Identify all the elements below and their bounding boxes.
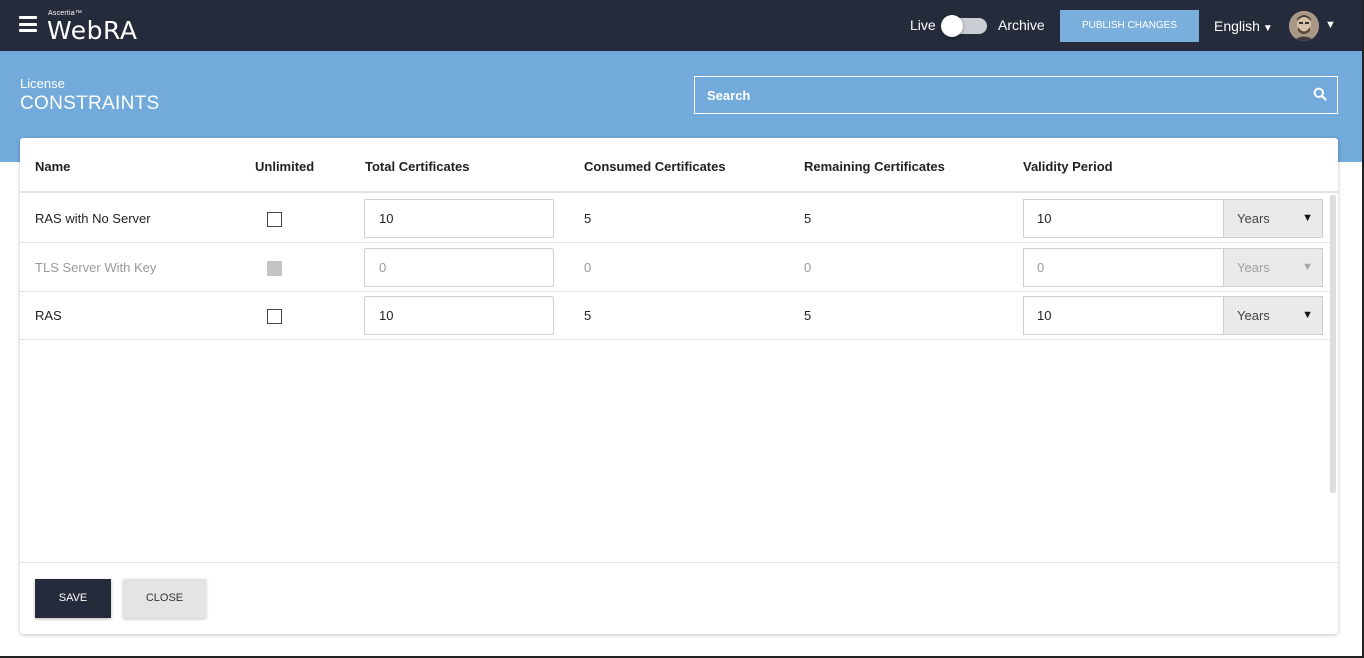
- column-header-consumed[interactable]: Consumed Certificates: [584, 159, 726, 174]
- top-bar: Ascertia™ WebRA Live Archive PUBLISH CHA…: [0, 0, 1364, 51]
- validity-unit-select[interactable]: Years ▼: [1223, 199, 1323, 238]
- language-selector[interactable]: English ▼: [1214, 18, 1273, 34]
- validity-unit-label: Years: [1237, 308, 1270, 323]
- search-input[interactable]: [694, 76, 1338, 114]
- validity-period-input[interactable]: 10: [1023, 296, 1224, 335]
- remaining-value: 5: [804, 211, 812, 226]
- search-icon[interactable]: [1313, 87, 1327, 101]
- total-certificates-input[interactable]: 10: [364, 296, 554, 335]
- column-header-unlimited[interactable]: Unlimited: [255, 159, 314, 174]
- section-label: License: [20, 76, 65, 91]
- row-name: RAS: [35, 308, 62, 323]
- card-footer: SAVE CLOSE: [20, 562, 1338, 634]
- user-menu-caret-icon[interactable]: ▼: [1325, 19, 1336, 31]
- live-label: Live: [910, 17, 936, 33]
- live-archive-toggle[interactable]: [941, 15, 987, 37]
- avatar-icon: [1289, 11, 1319, 41]
- caret-down-icon: ▼: [1302, 212, 1313, 224]
- remaining-value: 5: [804, 308, 812, 323]
- language-label: English: [1214, 18, 1260, 34]
- validity-unit-label: Years: [1237, 211, 1270, 226]
- column-header-name[interactable]: Name: [35, 159, 70, 174]
- user-avatar[interactable]: [1289, 11, 1319, 41]
- caret-down-icon: ▼: [1262, 23, 1273, 34]
- table-row: RAS 10 5 5 10 Years ▼: [20, 291, 1334, 340]
- consumed-value: 5: [584, 211, 592, 226]
- validity-unit-label: Years: [1237, 260, 1270, 275]
- page-title: CONSTRAINTS: [20, 93, 160, 114]
- save-button[interactable]: SAVE: [35, 579, 111, 618]
- column-header-total[interactable]: Total Certificates: [365, 159, 470, 174]
- total-certificates-input: 0: [364, 248, 554, 287]
- total-certificates-input[interactable]: 10: [364, 199, 554, 238]
- constraints-card: Name Unlimited Total Certificates Consum…: [20, 138, 1338, 634]
- publish-changes-button[interactable]: PUBLISH CHANGES: [1060, 10, 1199, 42]
- table-row: TLS Server With Key 0 0 0 0 Years ▼: [20, 243, 1334, 292]
- validity-period-input: 0: [1023, 248, 1224, 287]
- caret-down-icon: ▼: [1302, 261, 1313, 273]
- remaining-value: 0: [804, 260, 812, 275]
- column-header-remaining[interactable]: Remaining Certificates: [804, 159, 945, 174]
- table-row: RAS with No Server 10 5 5 10 Years ▼: [20, 194, 1334, 243]
- column-header-validity[interactable]: Validity Period: [1023, 159, 1113, 174]
- close-button[interactable]: CLOSE: [123, 579, 206, 618]
- consumed-value: 0: [584, 260, 592, 275]
- toggle-knob: [941, 15, 963, 37]
- unlimited-checkbox[interactable]: [267, 212, 282, 227]
- consumed-value: 5: [584, 308, 592, 323]
- table-scrollbar[interactable]: [1330, 195, 1336, 493]
- archive-label: Archive: [998, 17, 1045, 33]
- brand-logo[interactable]: WebRA: [47, 16, 137, 45]
- row-name: TLS Server With Key: [35, 260, 157, 275]
- table-header: Name Unlimited Total Certificates Consum…: [20, 138, 1338, 193]
- validity-unit-select: Years ▼: [1223, 248, 1323, 287]
- unlimited-checkbox[interactable]: [267, 309, 282, 324]
- caret-down-icon: ▼: [1302, 309, 1313, 321]
- unlimited-checkbox: [267, 261, 282, 276]
- row-name: RAS with No Server: [35, 211, 151, 226]
- validity-period-input[interactable]: 10: [1023, 199, 1224, 238]
- validity-unit-select[interactable]: Years ▼: [1223, 296, 1323, 335]
- menu-icon[interactable]: [19, 16, 37, 32]
